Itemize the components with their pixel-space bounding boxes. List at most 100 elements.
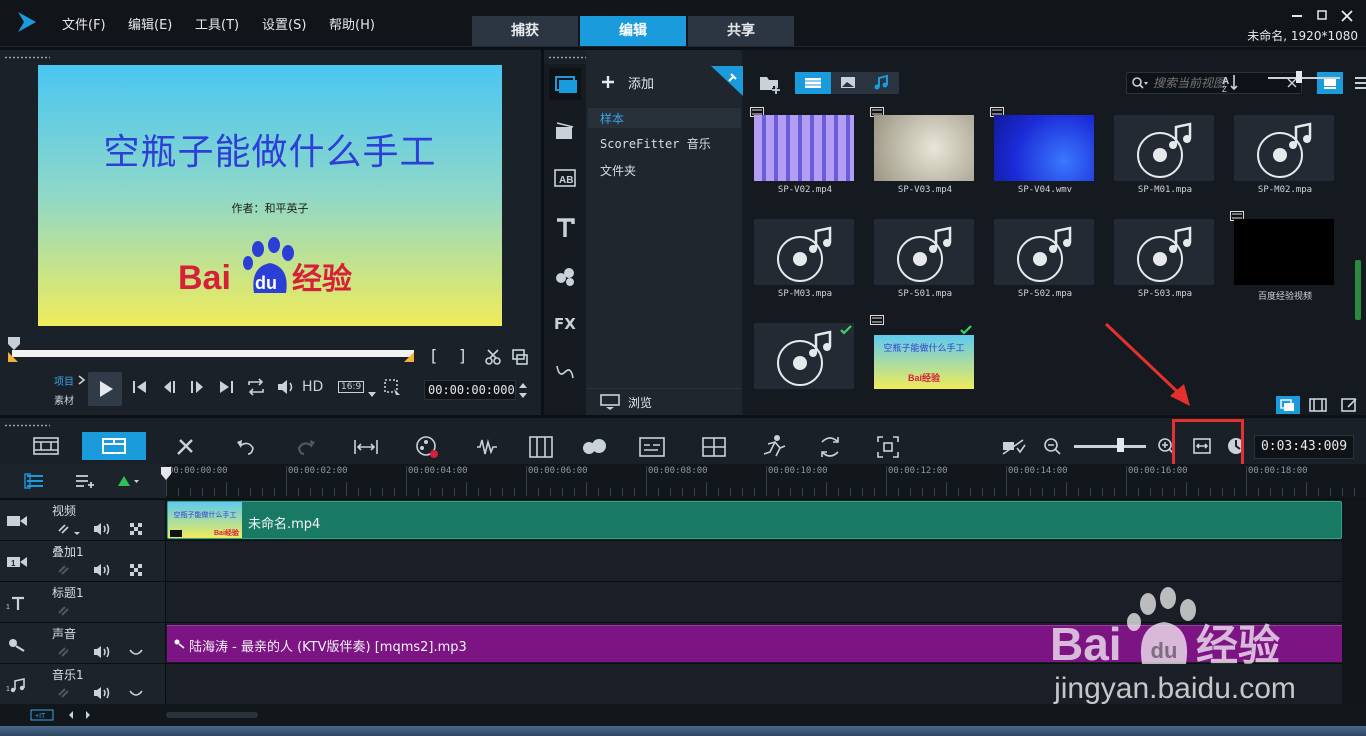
- timecode-field[interactable]: 00:00:00:000: [424, 380, 516, 400]
- hd-toggle[interactable]: HD: [302, 379, 323, 395]
- track-body[interactable]: 空瓶子能做什么手工 Bai经验 未命名.mp4: [167, 500, 1342, 540]
- library-item[interactable]: SP-V04.wmv: [988, 105, 1102, 205]
- zoom-slider-handle[interactable]: [1117, 438, 1124, 452]
- search-input[interactable]: [1153, 74, 1285, 92]
- trim-start-handle[interactable]: [8, 352, 18, 362]
- scroll-arrows-icon[interactable]: [66, 709, 96, 721]
- multi-camera-icon[interactable]: [700, 435, 728, 459]
- library-item[interactable]: SP-M01.mpa: [1108, 105, 1222, 205]
- mute-icon[interactable]: [92, 685, 112, 701]
- library-item[interactable]: [748, 313, 862, 413]
- edit-icon[interactable]: [1338, 396, 1362, 414]
- library-item[interactable]: SP-V03.mp4: [868, 105, 982, 205]
- video-clip[interactable]: 空瓶子能做什么手工 Bai经验 未命名.mp4: [167, 501, 1342, 539]
- scrub-bar[interactable]: [12, 350, 414, 357]
- transition-icon[interactable]: AB: [553, 166, 577, 190]
- next-frame-icon[interactable]: [187, 377, 207, 397]
- tab-share[interactable]: 共享: [688, 16, 794, 46]
- prev-frame-icon[interactable]: [160, 377, 180, 397]
- view-large-thumb-button[interactable]: [1317, 72, 1343, 94]
- mode-project[interactable]: 项目: [54, 373, 74, 388]
- graphic-icon[interactable]: [553, 264, 577, 288]
- filter-photo-button[interactable]: [831, 72, 865, 94]
- snapshot-icon[interactable]: [511, 348, 529, 366]
- menu-settings[interactable]: 设置(S): [262, 14, 306, 33]
- zoom-out-icon[interactable]: [1042, 436, 1062, 458]
- vertical-scroll-track[interactable]: [1342, 499, 1366, 704]
- add-keyframe-icon[interactable]: [116, 474, 140, 488]
- mute-icon[interactable]: [92, 644, 112, 660]
- mask-creator-icon[interactable]: [580, 435, 608, 459]
- undo-icon[interactable]: [234, 436, 258, 458]
- home-icon[interactable]: [130, 377, 150, 397]
- record-capture-icon[interactable]: [414, 434, 440, 460]
- mark-out-button[interactable]: ]: [459, 346, 465, 365]
- track-manager-icon[interactable]: [24, 473, 46, 489]
- library-scrollbar[interactable]: [1355, 260, 1361, 320]
- cut-icon[interactable]: [484, 348, 502, 366]
- menu-edit[interactable]: 编辑(E): [128, 14, 172, 33]
- library-item[interactable]: SP-S03.mpa: [1108, 209, 1222, 309]
- speed-remapping-icon[interactable]: [760, 434, 788, 460]
- aspect-ratio[interactable]: 16:9: [338, 381, 365, 393]
- library-item[interactable]: 空瓶子能做什么手工 Bai经验: [868, 313, 982, 413]
- tools-icon[interactable]: [174, 436, 198, 458]
- trim-end-handle[interactable]: [404, 352, 414, 362]
- mode-clip[interactable]: 素材: [54, 392, 74, 407]
- add-folder-button[interactable]: 添加: [628, 73, 654, 92]
- play-button[interactable]: [88, 372, 122, 406]
- replace-mode-icon[interactable]: [816, 434, 844, 460]
- panel-grip[interactable]: [4, 424, 50, 427]
- list-view-icon[interactable]: [1349, 72, 1366, 94]
- menu-tools[interactable]: 工具(T): [195, 14, 239, 33]
- motion-tracking-icon[interactable]: [528, 435, 554, 459]
- add-icon[interactable]: [600, 74, 616, 90]
- zoom-slider[interactable]: [1074, 445, 1146, 448]
- filter-audio-button[interactable]: [865, 72, 899, 94]
- end-icon[interactable]: [216, 377, 236, 397]
- filter-video-button[interactable]: [795, 72, 831, 94]
- volume-icon[interactable]: [275, 377, 297, 397]
- timecode-stepper-icon[interactable]: [518, 381, 528, 401]
- tab-edit[interactable]: 编辑: [580, 16, 686, 46]
- browse-icon[interactable]: [600, 393, 622, 411]
- auto-music-icon[interactable]: [474, 436, 500, 458]
- folder-samples[interactable]: 样本: [600, 110, 624, 127]
- crop-icon[interactable]: [382, 377, 408, 399]
- library-item[interactable]: SP-M03.mpa: [748, 209, 862, 309]
- media-category-button[interactable]: [549, 68, 581, 100]
- view-mode-library-button[interactable]: [1276, 396, 1300, 414]
- link-icon[interactable]: [56, 685, 74, 701]
- add-tracks-icon[interactable]: +IT: [30, 709, 54, 721]
- tab-capture[interactable]: 捕获: [472, 16, 578, 46]
- screen-capture-icon[interactable]: [876, 435, 900, 459]
- waveform-icon[interactable]: [128, 644, 144, 660]
- window-controls[interactable]: [1290, 9, 1360, 23]
- playhead-icon[interactable]: [160, 466, 172, 482]
- link-icon[interactable]: [56, 521, 82, 537]
- sort-icon[interactable]: AZ: [1222, 72, 1238, 92]
- mark-in-button[interactable]: [: [431, 346, 437, 365]
- timeline-scrollbar[interactable]: [166, 712, 258, 718]
- timeline-ruler[interactable]: 00:00:00:00 00:00:02:00 00:00:04:00 00:00:0…: [0, 464, 1366, 498]
- panel-grip[interactable]: [4, 56, 50, 59]
- menu-file[interactable]: 文件(F): [62, 14, 106, 33]
- title-icon[interactable]: [553, 216, 577, 240]
- timeline-view-button[interactable]: [82, 432, 146, 460]
- mute-icon[interactable]: [92, 521, 112, 537]
- folder-folder[interactable]: 文件夹: [600, 162, 636, 179]
- folder-scorefitter[interactable]: ScoreFitter 音乐: [600, 135, 711, 152]
- library-item[interactable]: SP-V02.mp4: [748, 105, 862, 205]
- mute-icon[interactable]: [92, 562, 112, 578]
- browse-button[interactable]: 浏览: [628, 394, 652, 411]
- thumb-size-slider[interactable]: [1268, 77, 1340, 79]
- transparency-icon[interactable]: [128, 562, 144, 578]
- waveform-icon[interactable]: [128, 685, 144, 701]
- pin-icon[interactable]: [711, 66, 743, 96]
- import-folder-icon[interactable]: [759, 72, 783, 94]
- transparency-icon[interactable]: [128, 521, 144, 537]
- instant-project-icon[interactable]: [553, 119, 577, 143]
- link-icon[interactable]: [56, 644, 74, 660]
- library-item[interactable]: SP-M02.mpa: [1228, 105, 1342, 205]
- storyboard-view-icon[interactable]: [32, 436, 60, 456]
